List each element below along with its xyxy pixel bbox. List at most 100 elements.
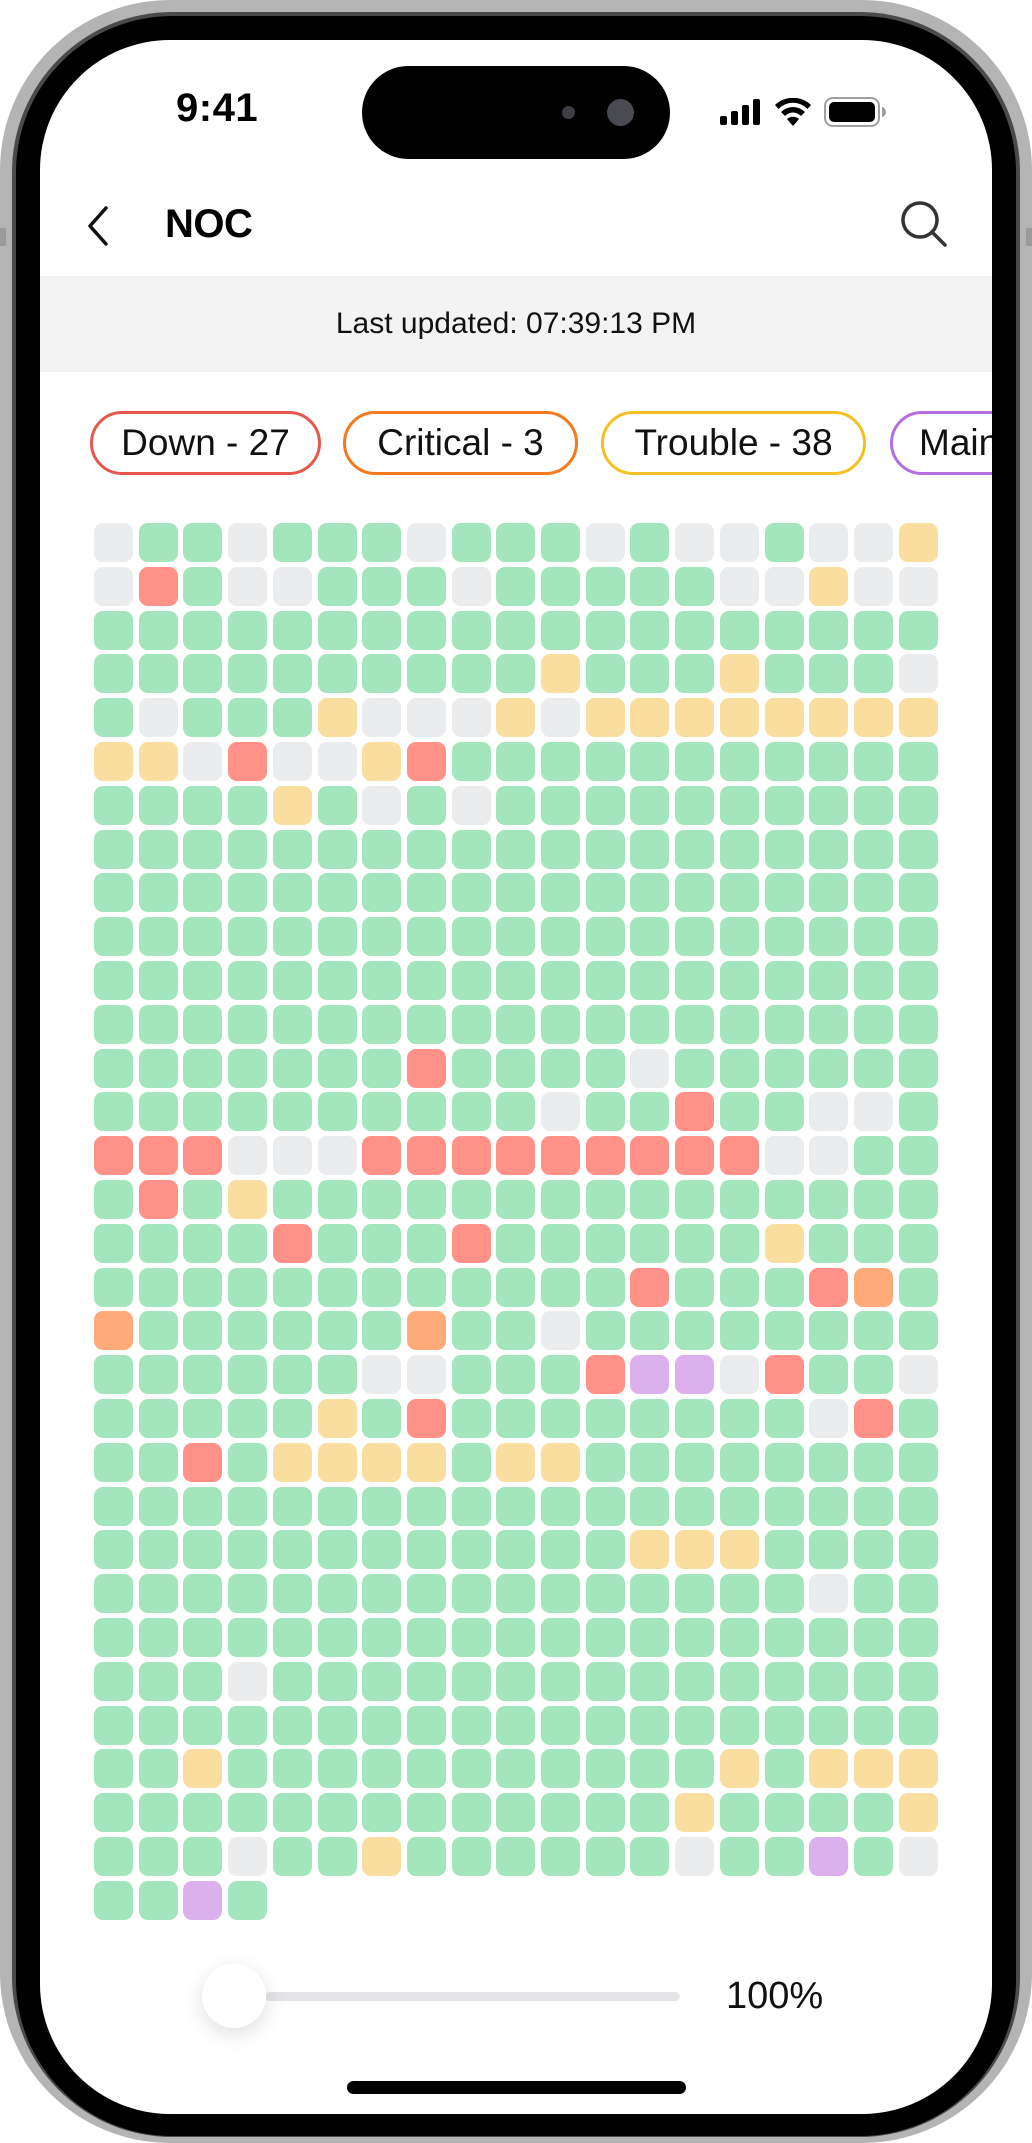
device-cell-up[interactable] — [94, 873, 133, 913]
device-cell-up[interactable] — [585, 873, 625, 913]
device-cell-up[interactable] — [317, 610, 357, 650]
device-cell-up[interactable] — [228, 1705, 268, 1745]
device-cell-up[interactable] — [272, 1793, 312, 1833]
device-cell-up[interactable] — [764, 1399, 804, 1438]
device-cell-up[interactable] — [406, 961, 446, 1000]
device-cell-up[interactable] — [183, 654, 223, 694]
device-cell-up[interactable] — [630, 566, 670, 606]
device-cell-trouble[interactable] — [138, 742, 178, 781]
device-cell-up[interactable] — [362, 566, 402, 606]
device-cell-up[interactable] — [94, 1618, 133, 1657]
device-cell-trouble[interactable] — [853, 1749, 893, 1789]
device-cell-up[interactable] — [853, 1793, 893, 1833]
device-cell-down[interactable] — [541, 1136, 580, 1176]
device-cell-up[interactable] — [853, 1442, 893, 1482]
device-cell-up[interactable] — [451, 1267, 491, 1307]
device-cell-up[interactable] — [362, 1223, 402, 1263]
device-cell-up[interactable] — [94, 829, 133, 869]
device-cell-up[interactable] — [898, 1136, 938, 1176]
device-cell-up[interactable] — [183, 698, 223, 738]
device-cell-up[interactable] — [541, 1574, 580, 1614]
device-cell-up[interactable] — [809, 1705, 849, 1745]
device-cell-up[interactable] — [406, 654, 446, 694]
device-cell-up[interactable] — [809, 1004, 849, 1044]
device-cell-up[interactable] — [183, 829, 223, 869]
device-cell-up[interactable] — [228, 1355, 268, 1395]
device-cell-unknown[interactable] — [585, 523, 625, 562]
device-cell-up[interactable] — [317, 1486, 357, 1526]
device-cell-up[interactable] — [406, 1486, 446, 1526]
device-cell-up[interactable] — [853, 1837, 893, 1876]
device-cell-up[interactable] — [451, 1705, 491, 1745]
device-cell-trouble[interactable] — [853, 698, 893, 738]
filter-chip-maintenance[interactable]: Main — [890, 411, 992, 475]
device-cell-up[interactable] — [317, 785, 357, 825]
device-cell-up[interactable] — [272, 1530, 312, 1570]
device-cell-up[interactable] — [183, 1486, 223, 1526]
device-cell-down[interactable] — [406, 1399, 446, 1438]
device-cell-up[interactable] — [451, 873, 491, 913]
device-cell-up[interactable] — [809, 1661, 849, 1701]
device-cell-up[interactable] — [362, 523, 402, 562]
device-cell-up[interactable] — [585, 961, 625, 1000]
device-cell-up[interactable] — [94, 1574, 133, 1614]
device-cell-up[interactable] — [228, 829, 268, 869]
device-cell-down[interactable] — [675, 1092, 715, 1132]
device-cell-unknown[interactable] — [317, 742, 357, 781]
device-cell-trouble[interactable] — [362, 1442, 402, 1482]
device-cell-up[interactable] — [541, 610, 580, 650]
device-cell-up[interactable] — [228, 785, 268, 825]
device-cell-trouble[interactable] — [809, 698, 849, 738]
device-cell-up[interactable] — [94, 917, 133, 957]
device-cell-up[interactable] — [94, 1749, 133, 1789]
device-cell-up[interactable] — [496, 1486, 536, 1526]
search-button[interactable] — [898, 198, 950, 250]
device-cell-up[interactable] — [853, 1048, 893, 1088]
device-cell-up[interactable] — [630, 785, 670, 825]
device-cell-up[interactable] — [898, 785, 938, 825]
device-cell-unknown[interactable] — [809, 1092, 849, 1132]
device-cell-trouble[interactable] — [317, 698, 357, 738]
device-cell-unknown[interactable] — [451, 566, 491, 606]
device-cell-up[interactable] — [585, 829, 625, 869]
device-cell-up[interactable] — [675, 1267, 715, 1307]
device-cell-up[interactable] — [764, 961, 804, 1000]
device-cell-up[interactable] — [272, 523, 312, 562]
device-cell-up[interactable] — [317, 1180, 357, 1219]
device-cell-up[interactable] — [898, 1618, 938, 1657]
device-cell-up[interactable] — [138, 1442, 178, 1482]
device-cell-up[interactable] — [451, 1486, 491, 1526]
device-cell-up[interactable] — [496, 785, 536, 825]
device-cell-up[interactable] — [585, 566, 625, 606]
device-cell-down[interactable] — [585, 1136, 625, 1176]
device-cell-up[interactable] — [451, 829, 491, 869]
device-cell-up[interactable] — [675, 1574, 715, 1614]
device-cell-up[interactable] — [272, 1618, 312, 1657]
device-cell-up[interactable] — [94, 654, 133, 694]
device-cell-up[interactable] — [853, 654, 893, 694]
device-cell-up[interactable] — [496, 1355, 536, 1395]
device-cell-up[interactable] — [898, 1399, 938, 1438]
device-cell-up[interactable] — [630, 1661, 670, 1701]
filter-chip-down[interactable]: Down - 27 — [90, 411, 321, 475]
device-cell-up[interactable] — [317, 1004, 357, 1044]
device-cell-up[interactable] — [585, 1574, 625, 1614]
device-cell-trouble[interactable] — [317, 1442, 357, 1482]
device-cell-up[interactable] — [362, 654, 402, 694]
device-cell-up[interactable] — [541, 1486, 580, 1526]
device-cell-up[interactable] — [719, 1004, 759, 1044]
device-cell-up[interactable] — [630, 1837, 670, 1876]
device-cell-up[interactable] — [496, 1223, 536, 1263]
device-cell-up[interactable] — [898, 1267, 938, 1307]
device-cell-up[interactable] — [451, 961, 491, 1000]
device-cell-up[interactable] — [496, 1618, 536, 1657]
device-cell-unknown[interactable] — [451, 785, 491, 825]
device-cell-up[interactable] — [362, 1793, 402, 1833]
device-cell-up[interactable] — [317, 1223, 357, 1263]
device-cell-up[interactable] — [496, 1705, 536, 1745]
device-cell-up[interactable] — [451, 654, 491, 694]
device-cell-trouble[interactable] — [272, 1442, 312, 1482]
device-cell-up[interactable] — [898, 829, 938, 869]
device-cell-up[interactable] — [94, 1004, 133, 1044]
device-cell-up[interactable] — [272, 1004, 312, 1044]
